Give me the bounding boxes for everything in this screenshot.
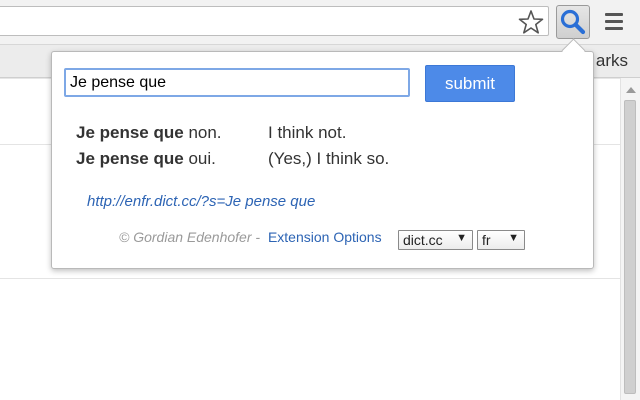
result-row: Je pense que non. I think not. — [76, 123, 346, 143]
result-translation[interactable]: (Yes,) I think so. — [268, 149, 389, 169]
scrollbar-thumb[interactable] — [624, 100, 636, 394]
result-rest: non. — [183, 123, 222, 142]
result-row: Je pense que oui. (Yes,) I think so. — [76, 149, 389, 169]
extension-options-link[interactable]: Extension Options — [268, 229, 382, 245]
address-bar[interactable] — [0, 6, 549, 36]
popup-footer: © Gordian Edenhofer - Extension Options — [119, 229, 382, 245]
bookmarks-label[interactable]: arks — [596, 51, 628, 71]
result-translation[interactable]: I think not. — [268, 123, 346, 143]
search-icon — [560, 9, 586, 35]
dict-link[interactable]: http://enfr.dict.cc/?s=Je pense que — [87, 193, 315, 210]
result-french[interactable]: Je pense que oui. — [76, 149, 216, 169]
browser-toolbar — [0, 0, 640, 45]
search-input[interactable] — [64, 68, 410, 97]
result-french[interactable]: Je pense que non. — [76, 123, 222, 143]
dropdown-arrow-icon: ▼ — [508, 232, 519, 244]
star-icon[interactable] — [517, 8, 545, 36]
menu-icon[interactable] — [605, 13, 625, 31]
result-rest: oui. — [183, 149, 216, 168]
scroll-up-arrow-icon[interactable] — [626, 87, 636, 93]
language-select[interactable]: fr ▼ — [477, 230, 525, 250]
dict-extension-button[interactable] — [556, 5, 590, 39]
result-term: Je pense que — [76, 149, 184, 168]
copyright-text: © Gordian Edenhofer - — [119, 229, 261, 245]
scrollbar[interactable] — [620, 78, 640, 400]
language-select-value: fr — [482, 232, 491, 248]
page-divider — [0, 278, 620, 279]
dropdown-arrow-icon: ▼ — [456, 232, 467, 244]
dictionary-select[interactable]: dict.cc ▼ — [398, 230, 473, 250]
dictionary-select-value: dict.cc — [403, 232, 443, 248]
submit-button[interactable]: submit — [425, 65, 515, 102]
result-term: Je pense que — [76, 123, 184, 142]
